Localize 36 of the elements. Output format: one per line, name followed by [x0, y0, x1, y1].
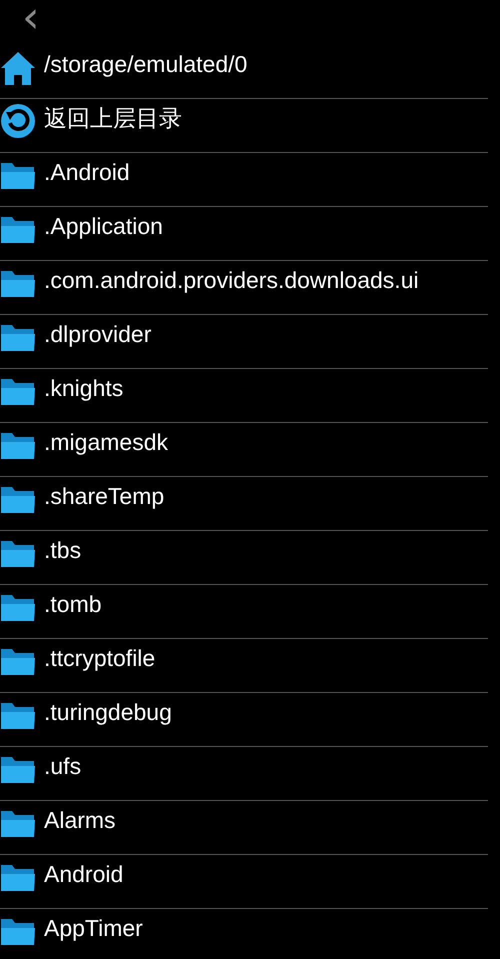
file-list-item[interactable]: .Android: [0, 153, 488, 207]
file-list-item[interactable]: 返回上层目录: [0, 99, 488, 153]
item-label: .ufs: [44, 752, 82, 780]
item-label: .Application: [44, 212, 163, 240]
item-label: Android: [44, 860, 124, 888]
file-list-item[interactable]: .turingdebug: [0, 693, 488, 747]
item-label: .turingdebug: [44, 698, 172, 726]
item-label: .migamesdk: [44, 428, 168, 456]
back-button[interactable]: ‹: [14, 0, 48, 36]
item-label: .tomb: [44, 590, 102, 618]
file-list-item[interactable]: .migamesdk: [0, 423, 488, 477]
item-label: .Android: [44, 158, 130, 186]
item-label: Alarms: [44, 806, 116, 834]
item-label: /storage/emulated/0: [44, 50, 248, 78]
file-list-item[interactable]: .tbs: [0, 531, 488, 585]
file-list-item[interactable]: /storage/emulated/0: [0, 45, 488, 99]
file-list-item[interactable]: .tomb: [0, 585, 488, 639]
file-list-item[interactable]: .com.android.providers.downloads.ui: [0, 261, 488, 315]
item-label: AppTimer: [44, 914, 143, 942]
item-label: .knights: [44, 374, 124, 402]
refresh-icon: [0, 103, 36, 139]
file-list-item[interactable]: Android: [0, 855, 488, 909]
file-list-item[interactable]: AppTimer: [0, 909, 488, 959]
file-list-item[interactable]: Alarms: [0, 801, 488, 855]
file-list-item[interactable]: .shareTemp: [0, 477, 488, 531]
file-list-item[interactable]: .ttcryptofile: [0, 639, 488, 693]
item-label: .com.android.providers.downloads.ui: [44, 266, 419, 294]
item-label: 返回上层目录: [44, 104, 182, 132]
file-list-item[interactable]: .dlprovider: [0, 315, 488, 369]
item-label: .tbs: [44, 536, 82, 564]
item-label: .shareTemp: [44, 482, 164, 510]
file-list-item[interactable]: .Application: [0, 207, 488, 261]
file-list-item[interactable]: .ufs: [0, 747, 488, 801]
file-list-item[interactable]: .knights: [0, 369, 488, 423]
item-label: .dlprovider: [44, 320, 152, 348]
item-label: .ttcryptofile: [44, 644, 156, 672]
